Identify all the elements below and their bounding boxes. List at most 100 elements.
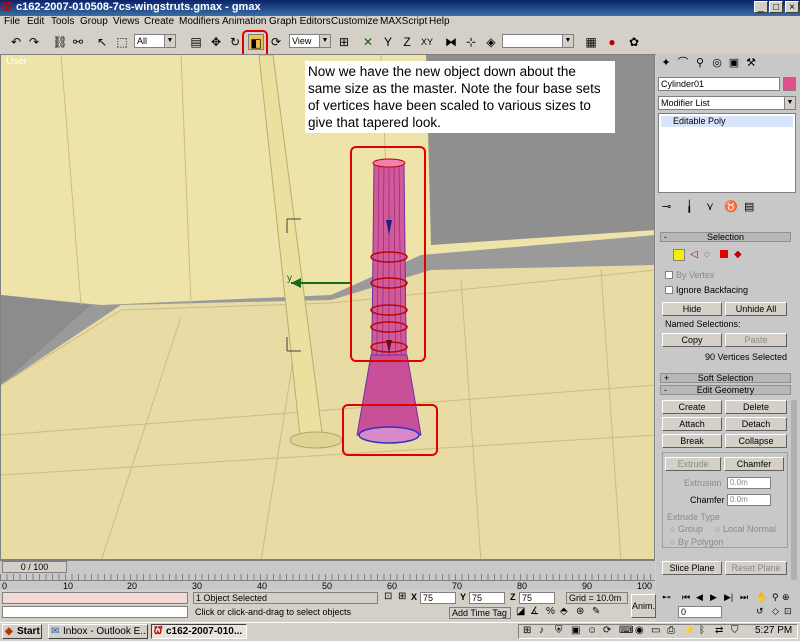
named-sets-icon[interactable]: ⊛ <box>576 606 584 617</box>
link-icon[interactable]: ⛓ <box>52 34 68 50</box>
taskbar-item-gmax[interactable]: ᘺ c162-2007-010... <box>151 624 247 639</box>
tray-messenger-icon[interactable]: ☺ <box>587 625 597 636</box>
move-icon[interactable]: ✥ <box>208 34 224 50</box>
tray-volume-icon[interactable]: ♪ <box>539 625 544 636</box>
create-button[interactable]: Create <box>662 400 722 414</box>
go-to-start-icon[interactable]: ⏮ <box>682 592 690 603</box>
x-coord-field[interactable]: 75 <box>420 592 456 604</box>
configure-sets-icon[interactable]: ▤ <box>744 200 754 213</box>
modify-tab-icon[interactable]: ⌒ <box>676 57 690 69</box>
border-subobject-icon[interactable]: ◌ <box>704 249 710 260</box>
local-normal-radio[interactable]: ○ Local Normal <box>715 524 776 534</box>
previous-frame-icon[interactable]: ◀ <box>696 592 703 603</box>
pan-icon[interactable]: ✋ <box>756 592 767 603</box>
tray-update-icon[interactable]: ⟳ <box>603 625 611 636</box>
menu-create[interactable]: Create <box>144 16 174 27</box>
time-slider-thumb[interactable]: 0 / 100 <box>2 561 67 573</box>
motion-tab-icon[interactable]: ◎ <box>710 57 724 69</box>
gmax-app-icon[interactable]: ᘺ <box>2 1 14 13</box>
menu-maxscript[interactable]: MAXScript <box>380 16 427 27</box>
render-teapot-icon[interactable]: ● <box>604 34 620 50</box>
chamfer-spinner[interactable]: 0.0m <box>727 494 771 506</box>
object-color-swatch[interactable] <box>783 77 796 91</box>
remove-modifier-icon[interactable]: ♉ <box>724 200 738 213</box>
rotate-icon[interactable]: ↻ <box>227 34 243 50</box>
make-unique-icon[interactable]: ⋎ <box>706 200 714 213</box>
unhide-all-button[interactable]: Unhide All <box>725 302 787 316</box>
axis-constraint-xy-icon[interactable]: XY <box>419 34 435 50</box>
select-arrow-icon[interactable]: ↖ <box>94 34 110 50</box>
menu-graph-editors[interactable]: Graph Editors <box>269 16 331 27</box>
go-to-end-icon[interactable]: ⏭ <box>740 592 748 603</box>
arc-rotate-icon[interactable]: ↺ <box>756 606 764 617</box>
axis-constraint-x-icon[interactable]: ✕ <box>360 34 376 50</box>
delete-button[interactable]: Delete <box>725 400 787 414</box>
tray-bluetooth-icon[interactable]: ᛒ <box>699 625 705 636</box>
menu-customize[interactable]: Customize <box>331 16 378 27</box>
break-button[interactable]: Break <box>662 434 722 448</box>
tray-shield-icon[interactable]: ⛉ <box>731 625 739 636</box>
field-of-view-icon[interactable]: ◇ <box>772 606 779 617</box>
tray-power-icon[interactable]: ⚡ <box>683 625 695 636</box>
reference-coord-dropdown[interactable]: View ▼ <box>289 34 331 48</box>
material-icon[interactable]: ◈ <box>483 34 499 50</box>
reset-plane-button[interactable]: Reset Plane <box>725 561 787 575</box>
start-button[interactable]: ◆ Start <box>2 624 42 639</box>
region-select-icon[interactable]: ⬚ <box>114 34 130 50</box>
absolute-mode-icon[interactable]: ⊞ <box>398 591 406 602</box>
ignore-backfacing-checkbox[interactable] <box>665 286 673 294</box>
align-icon[interactable]: ⊹ <box>463 34 479 50</box>
tray-network-icon[interactable]: ⊞ <box>523 625 531 636</box>
edit-sets-icon[interactable]: ✎ <box>592 606 600 617</box>
key-mode-icon[interactable]: ⊷ <box>662 592 671 603</box>
close-button[interactable]: × <box>785 1 799 13</box>
tray-folder-icon[interactable]: ▣ <box>571 625 580 636</box>
menu-edit[interactable]: Edit <box>27 16 44 27</box>
attach-button[interactable]: Attach <box>662 417 722 431</box>
tray-antivirus-icon[interactable]: ◉ <box>635 625 644 636</box>
angle-snap-icon[interactable]: ∡ <box>530 606 539 617</box>
panel-scrollbar[interactable] <box>791 400 797 580</box>
mirror-icon[interactable]: ⧓ <box>443 34 459 50</box>
unlink-icon[interactable]: ⚯ <box>70 34 86 50</box>
tray-security-icon[interactable]: ⛨ <box>555 625 563 636</box>
by-vertex-checkbox[interactable] <box>665 271 673 279</box>
anim-mode-button[interactable]: Anim. <box>631 594 656 618</box>
snap-icon[interactable]: ◪ <box>516 606 525 617</box>
clock[interactable]: 5:27 PM <box>755 625 792 636</box>
object-name-field[interactable]: Cylinder01 <box>658 77 780 91</box>
edge-subobject-icon[interactable]: ◁ <box>690 249 698 260</box>
viewport-label[interactable]: User <box>6 56 27 67</box>
named-selection-dropdown[interactable]: ▼ <box>502 34 574 48</box>
menu-modifiers[interactable]: Modifiers <box>179 16 220 27</box>
tray-language-icon[interactable]: ⌨ <box>619 625 633 636</box>
selection-filter-dropdown[interactable]: All ▼ <box>134 34 176 48</box>
extrude-button[interactable]: Extrude <box>665 457 721 471</box>
create-tab-icon[interactable]: ✦ <box>659 57 673 69</box>
soft-selection-rollout-header[interactable]: + Soft Selection <box>660 373 791 383</box>
percent-snap-icon[interactable]: % <box>546 606 555 617</box>
element-subobject-icon[interactable]: ◆ <box>734 249 742 260</box>
edit-geometry-rollout-header[interactable]: - Edit Geometry <box>660 385 791 395</box>
current-frame-field[interactable]: 0 <box>678 606 722 618</box>
add-time-tag-button[interactable]: Add Time Tag <box>449 607 511 619</box>
lock-selection-icon[interactable]: ⊡ <box>384 591 392 602</box>
hide-button[interactable]: Hide <box>662 302 722 316</box>
selection-rollout-header[interactable]: - Selection <box>660 232 791 242</box>
menu-tools[interactable]: Tools <box>51 16 74 27</box>
pivot-icon[interactable]: ⊞ <box>336 34 352 50</box>
pin-stack-icon[interactable]: ⊸ <box>662 200 671 213</box>
redo-icon[interactable]: ↷ <box>26 34 42 50</box>
select-by-name-icon[interactable]: ▤ <box>188 34 204 50</box>
menu-group[interactable]: Group <box>80 16 108 27</box>
tray-sync-icon[interactable]: ⇄ <box>715 625 723 636</box>
collapse-button[interactable]: Collapse <box>725 434 787 448</box>
minimize-button[interactable]: _ <box>754 1 768 13</box>
quick-render-icon[interactable]: ✿ <box>626 34 642 50</box>
render-setup-icon[interactable]: ▦ <box>583 34 599 50</box>
time-slider-track[interactable] <box>0 560 655 575</box>
stack-item-editable-poly[interactable]: Editable Poly <box>661 116 793 127</box>
hierarchy-tab-icon[interactable]: ⚲ <box>693 57 707 69</box>
menu-file[interactable]: File <box>4 16 20 27</box>
slice-plane-button[interactable]: Slice Plane <box>662 561 722 575</box>
